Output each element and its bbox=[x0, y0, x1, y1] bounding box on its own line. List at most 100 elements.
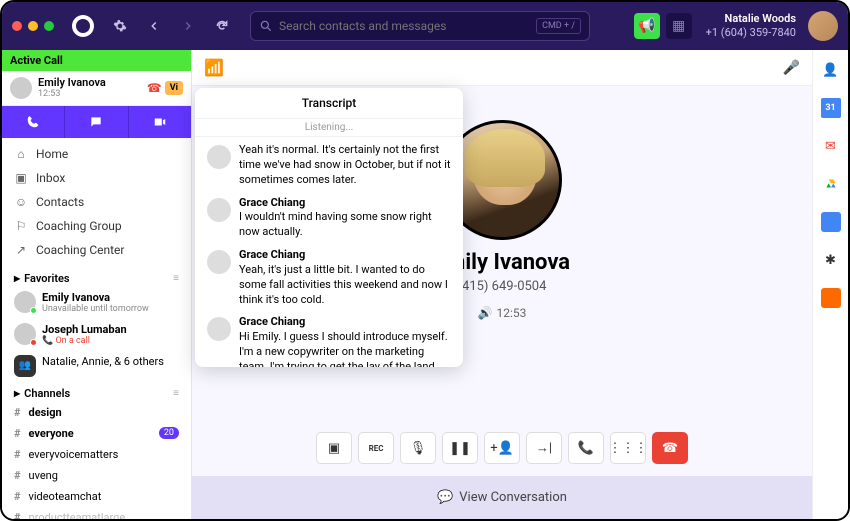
app-icon-3[interactable] bbox=[821, 288, 841, 308]
avatar bbox=[14, 323, 36, 345]
channels-header[interactable]: ▶Channels≡ bbox=[2, 381, 191, 402]
calendar-icon[interactable]: 31 bbox=[821, 98, 841, 118]
channel-productteamatlarge[interactable]: #productteamatlarge bbox=[2, 507, 191, 519]
message-text: Hi Emily. I guess I should introduce mys… bbox=[239, 330, 448, 367]
transcript-status: Listening... bbox=[195, 119, 463, 137]
speaker-avatar bbox=[207, 145, 231, 169]
back-icon[interactable] bbox=[140, 12, 168, 40]
channel-name: uveng bbox=[29, 469, 58, 482]
unread-badge: 20 bbox=[159, 427, 179, 439]
group-icon: ⚐ bbox=[14, 219, 28, 233]
drive-icon[interactable] bbox=[821, 174, 841, 194]
share-screen-button[interactable]: ▣ bbox=[316, 432, 352, 464]
active-call-row[interactable]: Emily Ivanova 12:53 ☎ Vi bbox=[2, 71, 191, 106]
dialpad-button[interactable]: ⋮⋮⋮ bbox=[610, 432, 646, 464]
mute-button[interactable]: 🎙 bbox=[400, 432, 436, 464]
section-label: Favorites bbox=[24, 272, 69, 285]
channel-name: videoteamchat bbox=[29, 490, 102, 503]
apps-button[interactable]: ▦ bbox=[666, 13, 692, 39]
hangup-button[interactable]: ☎ bbox=[652, 432, 688, 464]
hangup-mini-icon[interactable]: ☎ bbox=[147, 81, 162, 95]
section-label: Channels bbox=[24, 387, 70, 400]
record-button[interactable]: REC bbox=[358, 432, 394, 464]
channel-everyone[interactable]: # everyone 20 bbox=[2, 423, 191, 444]
nav-home[interactable]: ⌂Home bbox=[2, 142, 191, 166]
minimize-window[interactable] bbox=[28, 21, 38, 31]
hash-icon: # bbox=[14, 427, 21, 440]
mic-icon[interactable]: 🎤 bbox=[783, 60, 800, 76]
view-conversation-button[interactable]: 💬View Conversation bbox=[192, 476, 812, 519]
message-button[interactable] bbox=[65, 106, 128, 138]
nav-contacts[interactable]: ☺Contacts bbox=[2, 190, 191, 214]
channel-design[interactable]: #design bbox=[2, 402, 191, 423]
status-available bbox=[30, 307, 37, 314]
favorite-emily[interactable]: Emily IvanovaUnavailable until tomorrow bbox=[2, 287, 191, 319]
caller-name: Emily Ivanova bbox=[38, 76, 141, 89]
signal-icon[interactable]: 📶 bbox=[204, 58, 224, 77]
app-logo bbox=[72, 15, 94, 37]
favorite-group[interactable]: 👥 Natalie, Annie, & 6 others bbox=[2, 351, 191, 381]
favorites-header[interactable]: ▶ Favorites ≡ bbox=[2, 266, 191, 287]
window-controls bbox=[12, 21, 54, 31]
add-person-button[interactable]: +👤 bbox=[484, 432, 520, 464]
announcement-button[interactable]: 📢 bbox=[634, 13, 660, 39]
channel-name: everyone bbox=[29, 427, 74, 440]
options-icon[interactable]: ≡ bbox=[173, 388, 179, 399]
hold-button[interactable]: ❚❚ bbox=[442, 432, 478, 464]
hash-icon: # bbox=[14, 469, 21, 482]
call-button[interactable]: 📞 bbox=[568, 432, 604, 464]
caller-avatar bbox=[10, 77, 32, 99]
call-button[interactable] bbox=[2, 106, 65, 138]
channel-everyvoicematters[interactable]: #everyvoicematters bbox=[2, 444, 191, 465]
transfer-button[interactable]: →| bbox=[526, 432, 562, 464]
nav-coaching-center[interactable]: ↗Coaching Center bbox=[2, 238, 191, 262]
caret-icon: ▶ bbox=[14, 274, 20, 283]
transcript-body[interactable]: Yeah it's normal. It's certainly not the… bbox=[195, 137, 463, 367]
close-window[interactable] bbox=[12, 21, 22, 31]
fav-name: Emily Ivanova bbox=[42, 291, 149, 304]
channel-name: design bbox=[29, 406, 62, 419]
settings-icon[interactable] bbox=[106, 12, 134, 40]
search-bar[interactable]: CMD + / bbox=[250, 11, 590, 41]
user-name: Natalie Woods bbox=[706, 12, 796, 26]
speaker-name: Grace Chiang bbox=[239, 196, 451, 211]
options-icon[interactable]: ≡ bbox=[173, 273, 179, 284]
transcript-message: Grace ChiangI wouldn't mind having some … bbox=[207, 196, 451, 241]
nav-label: Contacts bbox=[36, 195, 84, 209]
refresh-icon[interactable] bbox=[208, 12, 236, 40]
message-text: Yeah it's normal. It's certainly not the… bbox=[239, 143, 451, 186]
video-button[interactable] bbox=[129, 106, 191, 138]
call-duration: 12:53 bbox=[38, 89, 141, 100]
forward-icon[interactable] bbox=[174, 12, 202, 40]
transcript-message: Grace ChiangYeah, it's just a little bit… bbox=[207, 248, 451, 307]
channel-uveng[interactable]: # uveng bbox=[2, 465, 191, 486]
app-icon-2[interactable]: ✱ bbox=[821, 250, 841, 270]
nav: ⌂Home ▣Inbox ☺Contacts ⚐ Coaching Group ↗… bbox=[2, 138, 191, 266]
nav-label: Coaching Group bbox=[36, 219, 122, 233]
hash-icon: # bbox=[14, 511, 21, 519]
favorite-joseph[interactable]: Joseph Lumaban📞 On a call bbox=[2, 319, 191, 351]
search-input[interactable] bbox=[279, 19, 530, 33]
nav-coaching-group[interactable]: ⚐ Coaching Group bbox=[2, 214, 191, 238]
transcript-panel: Transcript Listening... Yeah it's normal… bbox=[195, 88, 463, 367]
speaker-avatar bbox=[207, 250, 231, 274]
main-toolbar: 📶 🎤 bbox=[192, 50, 812, 86]
transcript-message: Yeah it's normal. It's certainly not the… bbox=[207, 143, 451, 188]
user-avatar[interactable] bbox=[808, 11, 838, 41]
vi-badge[interactable]: Vi bbox=[165, 81, 183, 95]
home-icon: ⌂ bbox=[14, 147, 28, 161]
active-call-banner: Active Call bbox=[2, 50, 191, 71]
gmail-icon[interactable]: ✉ bbox=[821, 136, 841, 156]
call-controls: ▣ REC 🎙 ❚❚ +👤 →| 📞 ⋮⋮⋮ ☎ bbox=[316, 432, 688, 464]
maximize-window[interactable] bbox=[44, 21, 54, 31]
right-sidebar: 👤 31 ✉ ✱ bbox=[812, 50, 848, 519]
hash-icon: # bbox=[14, 490, 21, 503]
status-busy bbox=[30, 339, 37, 346]
app-icon-1[interactable] bbox=[821, 212, 841, 232]
nav-inbox[interactable]: ▣Inbox bbox=[2, 166, 191, 190]
user-phone: +1 (604) 359-7840 bbox=[706, 26, 796, 40]
profile-icon[interactable]: 👤 bbox=[821, 60, 841, 80]
user-info[interactable]: Natalie Woods +1 (604) 359-7840 bbox=[706, 12, 796, 41]
channel-name: everyvoicematters bbox=[29, 448, 119, 461]
channel-videoteamchat[interactable]: # videoteamchat bbox=[2, 486, 191, 507]
